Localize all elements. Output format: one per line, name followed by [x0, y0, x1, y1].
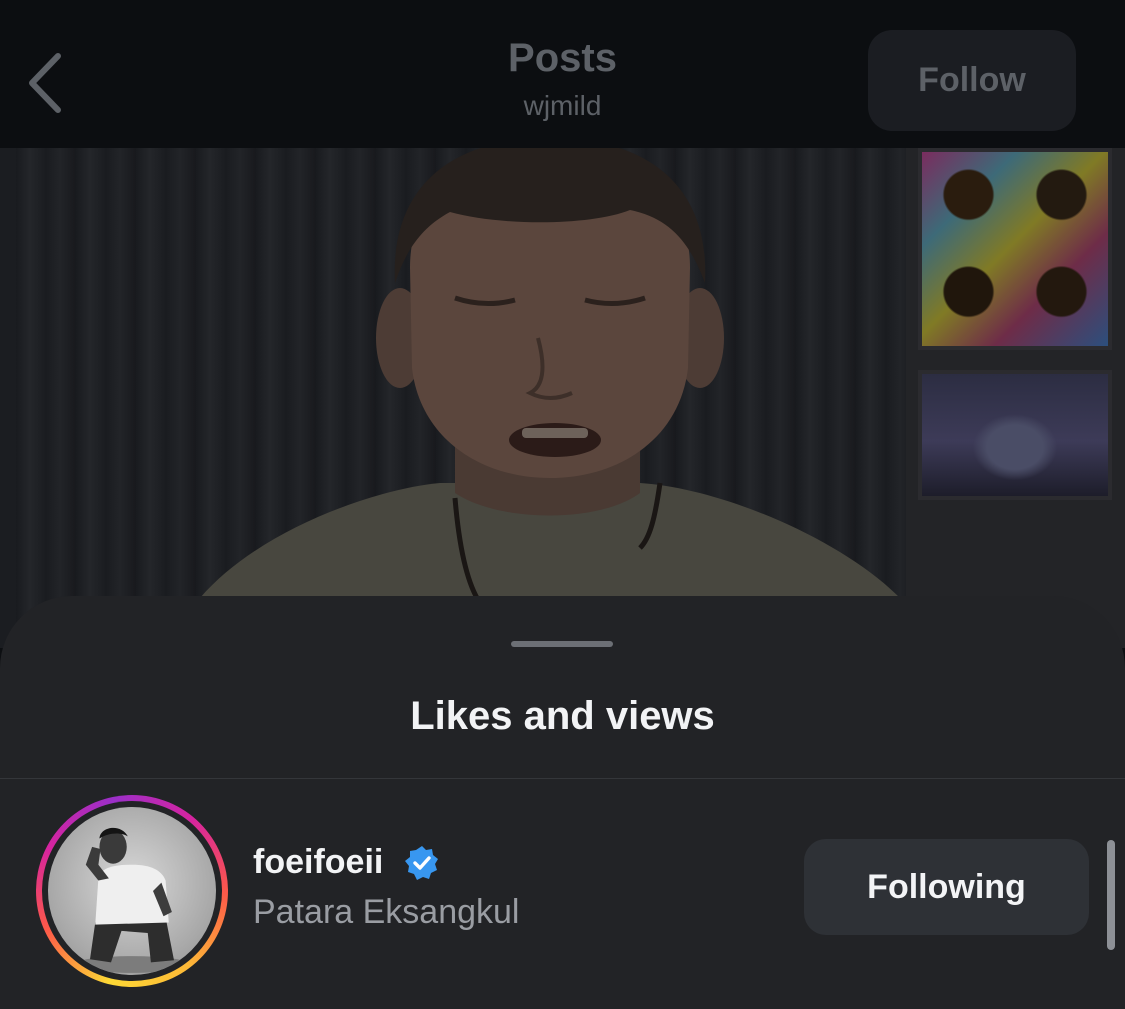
user-row[interactable]: foeifoeii Patara Eksangkul Following [0, 779, 1125, 1009]
follow-button[interactable]: Follow [868, 30, 1076, 131]
likes-views-sheet: Likes and views foeifoeii Patara Eksangk… [0, 596, 1125, 1009]
video-subject [200, 148, 900, 648]
app-root: Posts wjmild Follow Likes and views foei… [0, 0, 1125, 1009]
story-ring[interactable] [36, 795, 228, 987]
avatar-photo [74, 827, 190, 973]
sheet-drag-handle[interactable] [511, 641, 613, 647]
band-photo-poster [918, 370, 1112, 500]
top-bar: Posts wjmild Follow [0, 0, 1125, 148]
following-button[interactable]: Following [804, 839, 1089, 935]
post-video[interactable] [0, 148, 1125, 648]
scrollbar[interactable] [1107, 840, 1115, 950]
avatar[interactable] [48, 807, 216, 975]
full-name: Patara Eksangkul [253, 893, 520, 931]
username[interactable]: foeifoeii [253, 843, 383, 882]
verified-badge-icon [405, 846, 438, 880]
pop-art-poster [918, 148, 1112, 350]
sheet-title: Likes and views [410, 694, 715, 738]
